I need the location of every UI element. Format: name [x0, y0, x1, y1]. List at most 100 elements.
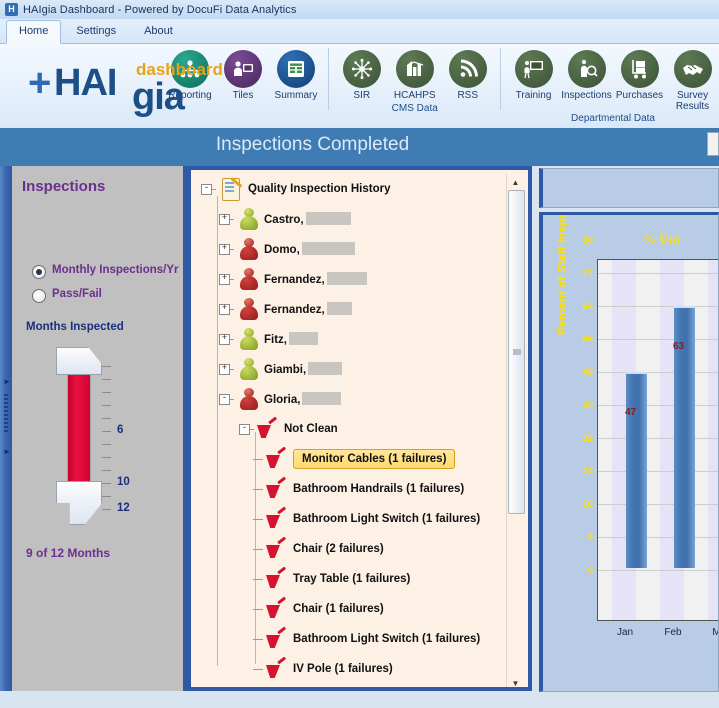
- ribbon-button-sir[interactable]: SIR: [335, 50, 388, 102]
- network-hub-icon: [342, 50, 381, 88]
- rss-icon: [448, 50, 487, 88]
- splitter-grip: [4, 394, 8, 434]
- chart-value-jan: 47: [625, 407, 637, 418]
- chart-plot-area: [597, 259, 718, 621]
- tree-label-person: Gloria,: [264, 392, 342, 406]
- tree-label-root: Quality Inspection History: [248, 183, 391, 195]
- main-body: ► ► Inspections Monthly Inspections/Yr P…: [0, 166, 719, 708]
- radio-option-monthly[interactable]: Monthly Inspections/Yr: [32, 264, 179, 279]
- tree-label-failure: IV Pole (1 failures): [293, 663, 393, 675]
- tab-home[interactable]: Home: [6, 20, 62, 44]
- tree-node-person[interactable]: + Fernandez,: [191, 294, 511, 324]
- tree-label-category: Not Clean: [284, 423, 338, 435]
- tree-node-person[interactable]: + Giambi,: [191, 354, 511, 384]
- ribbon-button-summary[interactable]: Summary: [269, 50, 322, 102]
- broom-icon: [265, 656, 287, 679]
- tree-node-person-expanded[interactable]: - Gloria,: [191, 384, 511, 414]
- logo-gia: gia: [132, 76, 185, 118]
- header-edge-control[interactable]: [707, 132, 719, 156]
- tab-about[interactable]: About: [131, 20, 186, 43]
- tree-expander-gloria[interactable]: -: [219, 393, 230, 405]
- scroll-down-icon[interactable]: ▼: [507, 675, 524, 688]
- person-pass-icon: [239, 328, 259, 350]
- redacted-name: [308, 362, 343, 375]
- months-inspected-label: Months Inspected: [26, 321, 124, 333]
- chart-ytick-32: 32: [582, 433, 593, 444]
- scrollbar-track[interactable]: [507, 190, 525, 675]
- chart-ytick-48: 48: [582, 367, 593, 378]
- application-window: H HAIgia Dashboard - Powered by DocuFi D…: [0, 0, 719, 708]
- tree-expander-fernandez-2[interactable]: +: [219, 303, 230, 315]
- tree-node-failure[interactable]: IV Pole (1 failures): [191, 654, 511, 684]
- person-pass-icon: [239, 688, 259, 691]
- tree-node-person[interactable]: + Domo,: [191, 234, 511, 264]
- ribbon-button-rss[interactable]: RSS: [441, 50, 494, 102]
- ribbon-group-departmental-data: Training Inspections Purchases Survey Re…: [507, 50, 719, 124]
- chart-ytick-56: 56: [582, 334, 593, 345]
- months-range-slider[interactable]: 6 10 12: [56, 347, 152, 531]
- tree-node-person[interactable]: + Jones,: [191, 684, 511, 691]
- tree-node-failure[interactable]: Chair (2 failures): [191, 534, 511, 564]
- ribbon-button-inspections[interactable]: Inspections: [560, 50, 613, 102]
- radio-monthly-label: Monthly Inspections/Yr: [52, 264, 179, 276]
- ribbon-label-purchases: Purchases: [615, 90, 664, 101]
- ribbon-label-hcahps: HCAHPS: [393, 90, 436, 101]
- bar-chart-icon: [395, 50, 434, 88]
- scroll-up-icon[interactable]: ▲: [507, 174, 524, 190]
- page-title: Inspections Completed: [215, 134, 410, 155]
- panel-splitter[interactable]: ► ►: [0, 166, 12, 691]
- tree-expander-fitz[interactable]: +: [219, 333, 230, 345]
- chart-bar-jan: [626, 372, 647, 568]
- ribbon-group-cms-data: SIR HCAHPS RSS CMS Data: [335, 50, 494, 114]
- tree-node-person[interactable]: + Castro,: [191, 204, 511, 234]
- splitter-arrow-bottom-icon[interactable]: ►: [3, 448, 11, 456]
- tree-label-person: Fernandez,: [264, 302, 352, 316]
- ribbon-group-label-cms: CMS Data: [391, 102, 438, 114]
- radio-option-passfail[interactable]: Pass/Fail: [32, 288, 179, 303]
- broom-icon: [265, 446, 287, 469]
- tree-node-failure[interactable]: Bathroom Light Switch (1 failures): [191, 624, 511, 654]
- tree-expander-giambi[interactable]: +: [219, 363, 230, 375]
- radio-passfail-label: Pass/Fail: [52, 288, 102, 300]
- ribbon-group-label-departmental: Departmental Data: [571, 113, 655, 124]
- tree-node-category[interactable]: - Not Clean: [191, 414, 511, 444]
- slider-tick-label-12: 12: [117, 502, 130, 514]
- tree-expander-domo[interactable]: +: [219, 243, 230, 255]
- scrollbar-thumb[interactable]: [508, 190, 525, 514]
- tree-expander-root[interactable]: -: [201, 183, 212, 195]
- ribbon-button-survey-results[interactable]: Survey Results: [666, 50, 719, 112]
- top-info-panel: [539, 168, 719, 208]
- ribbon-button-hcahps[interactable]: HCAHPS: [388, 50, 441, 102]
- tree-node-failure[interactable]: Chair (1 failures): [191, 594, 511, 624]
- tree-node-failure[interactable]: Tray Table (1 failures): [191, 564, 511, 594]
- tree-expander-castro[interactable]: +: [219, 213, 230, 225]
- ribbon-button-tiles[interactable]: Tiles: [216, 50, 269, 102]
- tree-node-failure-selected[interactable]: Monitor Cables (1 failures): [191, 444, 511, 474]
- inspector-icon: [567, 50, 606, 88]
- tree-node-person[interactable]: + Fernandez,: [191, 264, 511, 294]
- redacted-name: [305, 212, 351, 225]
- tab-settings[interactable]: Settings: [63, 20, 129, 43]
- tree-node-failure[interactable]: Bathroom Handrails (1 failures): [191, 474, 511, 504]
- tree-node-person[interactable]: + Fitz,: [191, 324, 511, 354]
- ribbon-button-training[interactable]: Training: [507, 50, 560, 102]
- splitter-arrow-top-icon[interactable]: ►: [3, 378, 11, 386]
- slider-thumb-upper[interactable]: [56, 347, 102, 375]
- page-header: Inspections Completed: [0, 128, 719, 166]
- tree-expander-fernandez-1[interactable]: +: [219, 273, 230, 285]
- broom-icon: [265, 596, 287, 619]
- tree-vertical-scrollbar[interactable]: ▲ ▼: [506, 174, 525, 688]
- ribbon-label-survey-results: Survey Results: [675, 90, 710, 112]
- tree-node-root[interactable]: - Quality Inspection History: [191, 174, 511, 204]
- chart-ytick-0: 0: [587, 565, 593, 576]
- radio-monthly-indicator[interactable]: [32, 265, 46, 279]
- radio-passfail-indicator[interactable]: [32, 289, 46, 303]
- person-fail-icon: [239, 238, 259, 260]
- side-panel-title: Inspections: [22, 178, 106, 195]
- tree-node-failure[interactable]: Bathroom Light Switch (1 failures): [191, 504, 511, 534]
- slider-thumb-lower[interactable]: [56, 481, 102, 525]
- ribbon-label-sir: SIR: [353, 90, 371, 101]
- tree-expander-not-clean[interactable]: -: [239, 423, 250, 435]
- ribbon-button-purchases[interactable]: Purchases: [613, 50, 666, 102]
- person-pass-icon: [239, 208, 259, 230]
